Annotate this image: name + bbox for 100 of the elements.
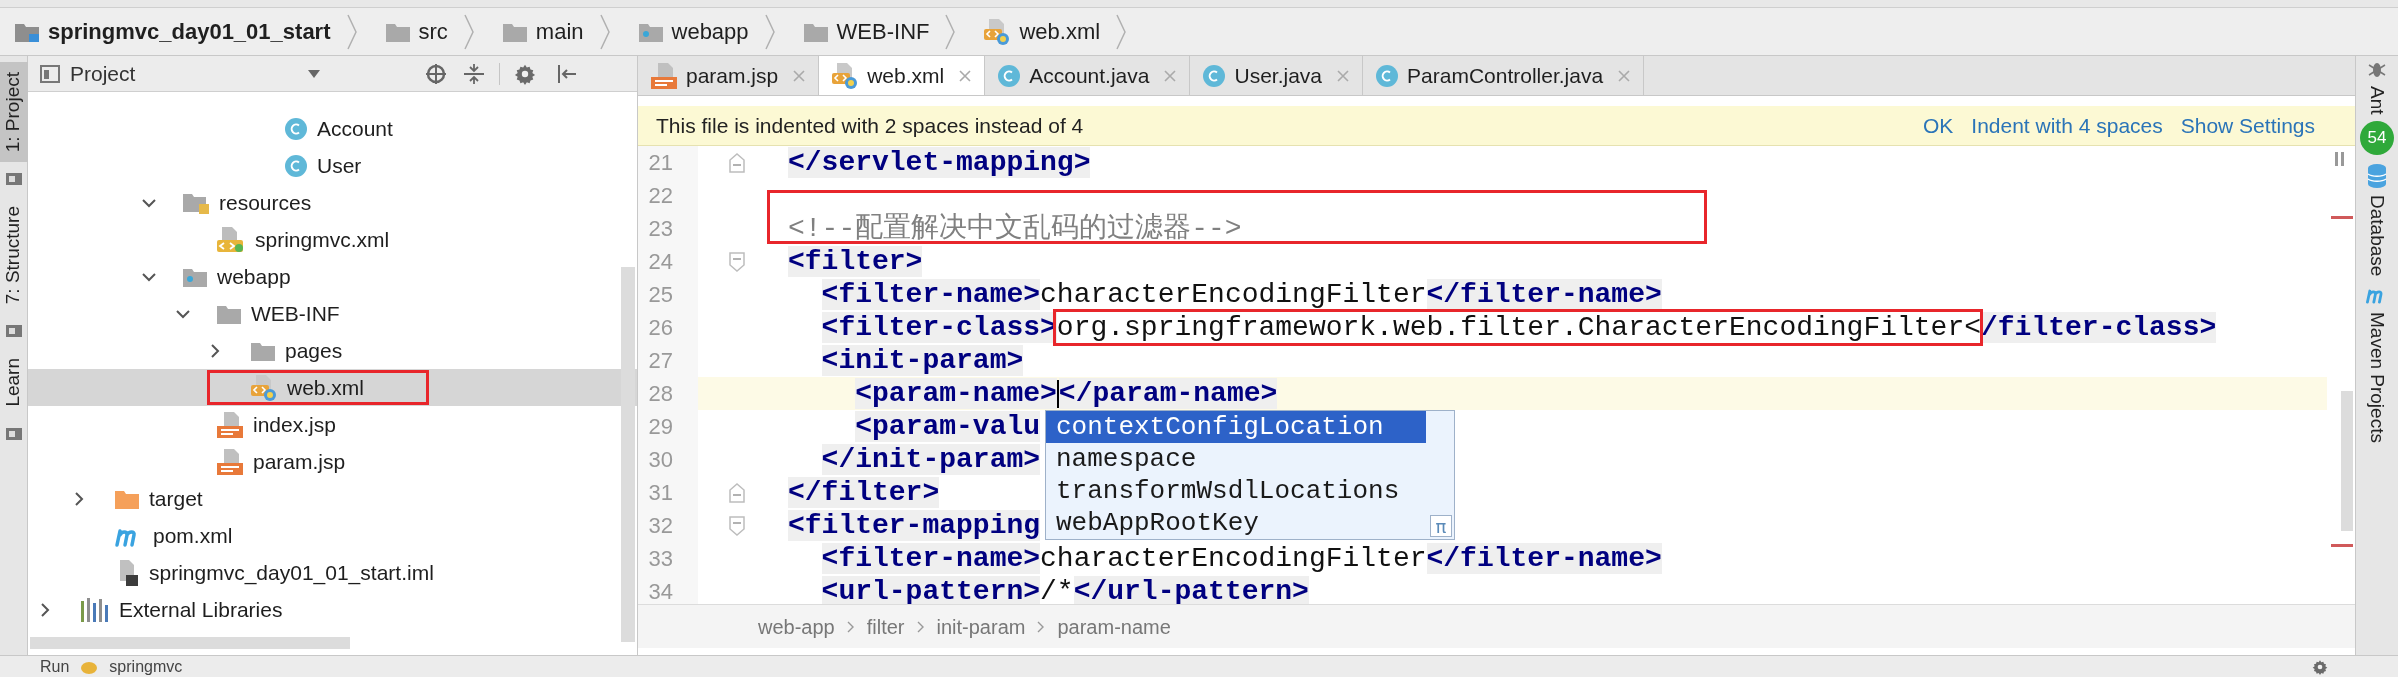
tool-window-tab[interactable]: 1: Project: [0, 62, 28, 163]
breadcrumb-item[interactable]: springmvc_day01_01_start: [8, 11, 375, 52]
editor-tab[interactable]: web.xml: [819, 56, 986, 95]
jsp-file-icon: [216, 447, 244, 476]
tool-window-tab[interactable]: 7: Structure: [0, 196, 28, 315]
xml-tag: </filter-name>: [1426, 543, 1662, 574]
breadcrumb-item[interactable]: init-param: [936, 611, 1026, 642]
line-number: 29: [647, 413, 673, 441]
fold-marker-icon[interactable]: [728, 152, 746, 173]
chevron-down-icon[interactable]: [141, 196, 157, 209]
line-number: 28: [647, 380, 673, 408]
breadcrumb-item[interactable]: filter: [866, 611, 905, 642]
line-number: 22: [647, 182, 673, 210]
fold-marker-icon[interactable]: [728, 482, 746, 503]
tree-item[interactable]: pom.xml: [28, 517, 637, 554]
breadcrumb-item[interactable]: web-app: [758, 611, 835, 642]
separator-icon: [346, 13, 357, 50]
tool-window-tab[interactable]: Ant 54: [2360, 60, 2394, 155]
breadcrumb-item[interactable]: web.xml: [977, 11, 1145, 52]
code-text: org.springframework.web.filter.CharacterEncodingFilter<: [1056, 312, 1981, 343]
tree-item[interactable]: target: [28, 480, 637, 517]
locate-icon[interactable]: [425, 62, 448, 85]
pause-icon: [2335, 152, 2345, 166]
tool-window-tab[interactable]: Database: [2362, 162, 2392, 276]
separator-icon: [846, 620, 855, 633]
separator-icon: [945, 13, 956, 50]
database-icon: [2366, 162, 2388, 189]
hide-icon[interactable]: [556, 62, 579, 85]
xml-file-icon: [250, 373, 278, 402]
completion-item[interactable]: transformWsdlLocations: [1046, 475, 1426, 507]
tree-item[interactable]: WEB-INF: [28, 295, 637, 332]
fold-marker-icon[interactable]: [728, 515, 746, 536]
separator-icon: [1037, 620, 1046, 633]
class-icon: [284, 153, 308, 178]
xml-file-icon: [216, 225, 246, 254]
completion-item[interactable]: namespace: [1046, 443, 1426, 475]
xml-tag: </servlet-mapping>: [788, 147, 1091, 178]
tree-item[interactable]: User: [28, 147, 637, 184]
close-icon[interactable]: [1336, 68, 1351, 83]
line-number: 32: [647, 512, 673, 540]
chevron-right-icon[interactable]: [73, 490, 85, 507]
xml-tag: <param-valu: [855, 411, 1041, 442]
scrollbar[interactable]: [621, 267, 635, 642]
tool-window-tab[interactable]: Learn: [0, 348, 28, 418]
code-comment: <!--配置解决中文乱码的过滤器-->: [788, 213, 1242, 244]
xml-tag: <filter-class>: [821, 312, 1057, 343]
line-number: 27: [647, 347, 673, 375]
close-icon[interactable]: [792, 68, 807, 83]
xml-tag: <filter-name>: [821, 279, 1041, 310]
close-icon[interactable]: [1617, 68, 1632, 83]
scrollbar[interactable]: [2341, 391, 2353, 531]
breadcrumb-item[interactable]: WEB-INF: [796, 11, 974, 52]
chevron-down-icon[interactable]: [175, 307, 191, 320]
tree-item[interactable]: Account: [28, 110, 637, 147]
notification-badge: 54: [2360, 120, 2394, 155]
chevron-right-icon[interactable]: [209, 342, 221, 359]
banner-link[interactable]: Indent with 4 spaces: [1971, 109, 2163, 142]
breadcrumb-item[interactable]: param-name: [1057, 611, 1171, 642]
close-icon[interactable]: [958, 68, 973, 83]
banner-link[interactable]: Show Settings: [2180, 109, 2315, 142]
dropdown-icon[interactable]: [307, 68, 322, 79]
panel-title: Project: [70, 60, 136, 87]
xml-tag: </param-name>: [1058, 378, 1278, 409]
line-number: 24: [647, 248, 673, 276]
breadcrumb-item[interactable]: src: [378, 11, 492, 52]
breadcrumb-item[interactable]: main: [495, 11, 628, 52]
collapse-all-icon[interactable]: [463, 62, 486, 85]
completion-item[interactable]: webAppRootKey: [1046, 507, 1426, 539]
tree-item[interactable]: springmvc.xml: [28, 221, 637, 258]
scrollbar[interactable]: [30, 637, 350, 649]
separator-icon: [599, 13, 610, 50]
xml-tag: </filter>: [788, 477, 940, 508]
line-number: 30: [647, 446, 673, 474]
tree-item[interactable]: webapp: [28, 258, 637, 295]
tree-item[interactable]: resources: [28, 184, 637, 221]
tree-item[interactable]: index.jsp: [28, 406, 637, 443]
settings-icon[interactable]: [2312, 658, 2328, 675]
xml-file-icon: [831, 61, 860, 90]
tree-item[interactable]: springmvc_day01_01_start.iml: [28, 554, 637, 591]
chevron-down-icon[interactable]: [141, 270, 157, 283]
class-icon: [1375, 63, 1400, 88]
tool-window-title: Run: [40, 656, 70, 677]
chevron-right-icon[interactable]: [39, 601, 51, 618]
hint-icon[interactable]: π: [1430, 515, 1452, 537]
tree-item[interactable]: External Libraries: [28, 591, 637, 628]
fold-marker-icon[interactable]: [728, 251, 746, 272]
close-icon[interactable]: [1163, 68, 1178, 83]
line-number: 21: [647, 149, 673, 177]
breadcrumb-item[interactable]: webapp: [631, 11, 793, 52]
run-config[interactable]: springmvc: [109, 654, 183, 677]
banner-link[interactable]: OK: [1922, 109, 1954, 142]
code-text: characterEncodingFilter: [1040, 543, 1427, 574]
tree-item[interactable]: web.xml: [28, 369, 637, 406]
jsp-file-icon: [650, 61, 678, 90]
tree-item[interactable]: pages: [28, 332, 637, 369]
class-icon: [1202, 63, 1227, 88]
tool-window-tab[interactable]: Maven Projects: [2362, 283, 2392, 443]
tree-item[interactable]: param.jsp: [28, 443, 637, 480]
code-text: /*: [1040, 576, 1074, 604]
completion-item[interactable]: contextConfigLocation: [1046, 411, 1426, 443]
